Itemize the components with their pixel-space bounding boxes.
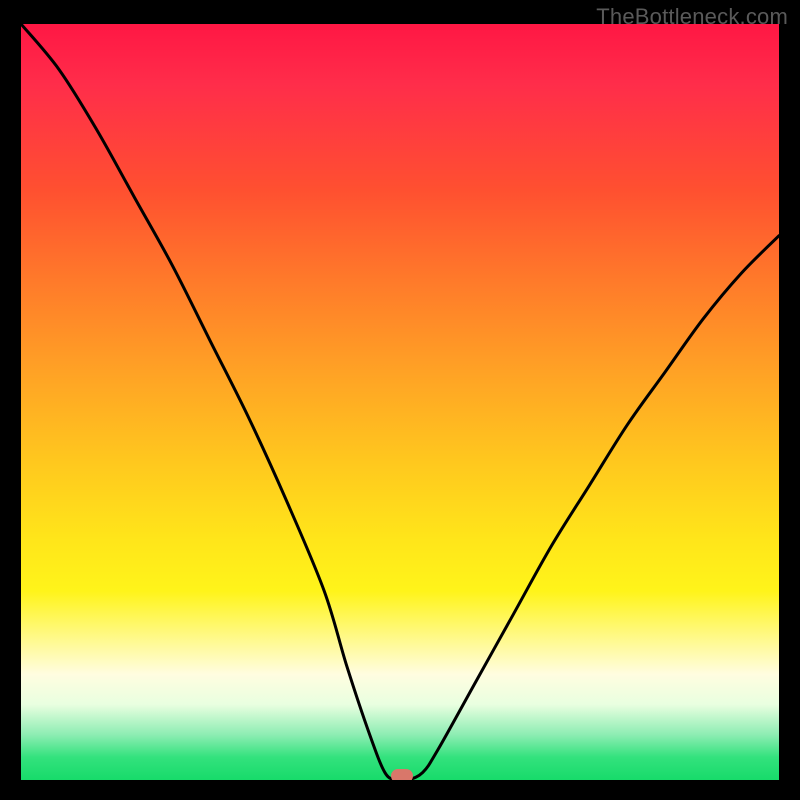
watermark-text: TheBottleneck.com — [596, 4, 788, 30]
bottleneck-curve — [21, 24, 779, 780]
chart-frame: TheBottleneck.com — [0, 0, 800, 800]
optimal-marker — [391, 769, 413, 780]
plot-area — [21, 24, 779, 780]
